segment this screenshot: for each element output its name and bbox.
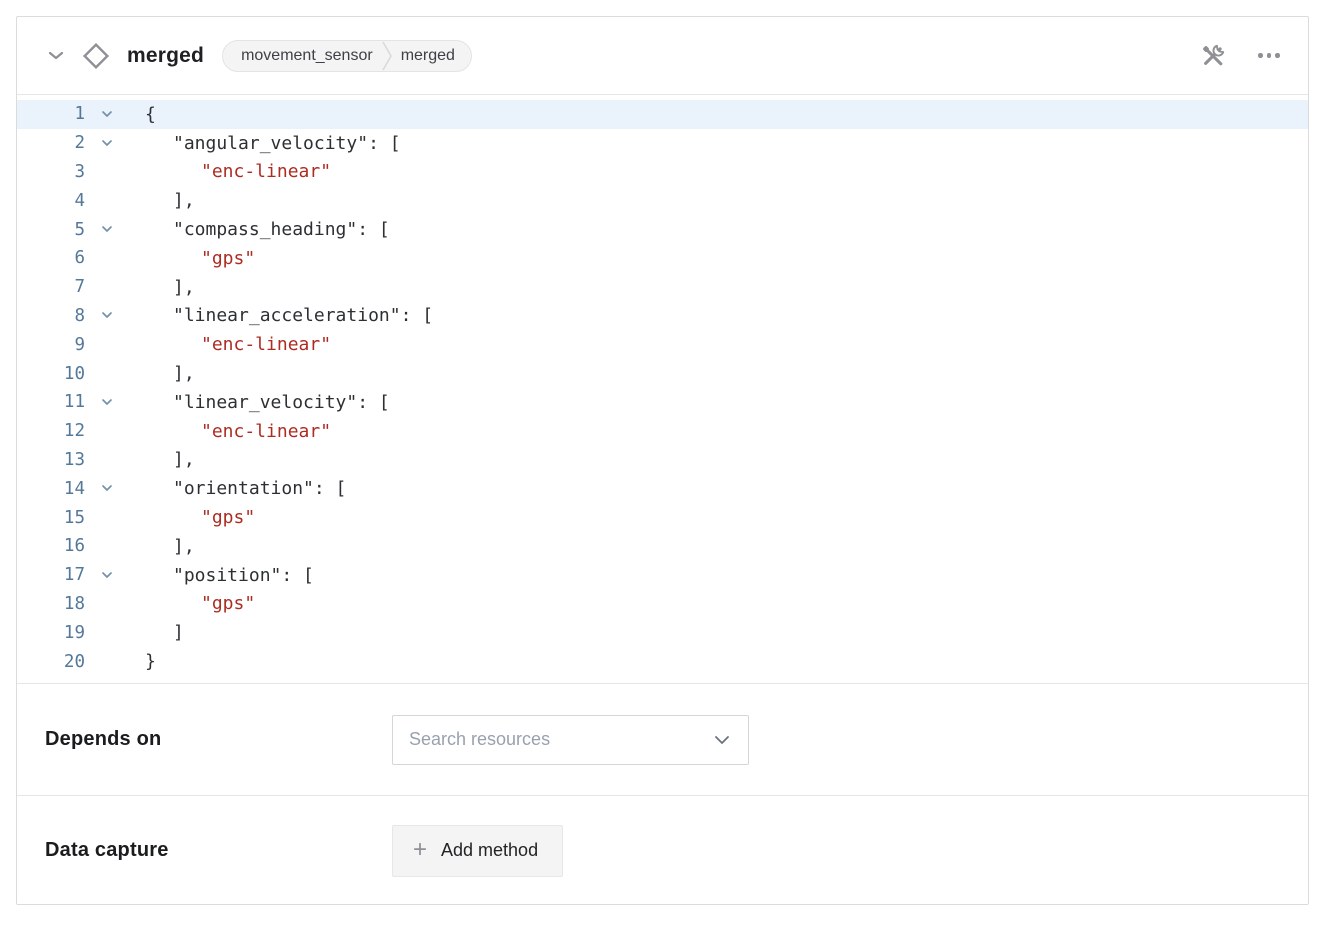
add-method-label: Add method xyxy=(441,840,538,861)
code-text: "enc-linear" xyxy=(129,334,331,355)
breadcrumb-type: movement_sensor xyxy=(241,47,373,65)
line-number: 14 xyxy=(17,479,85,499)
code-line[interactable]: 9 "enc-linear" xyxy=(17,330,1308,359)
code-line[interactable]: 13], xyxy=(17,446,1308,475)
data-capture-section: Data capture + Add method xyxy=(17,796,1308,905)
line-number: 7 xyxy=(17,277,85,297)
line-number: 16 xyxy=(17,536,85,556)
line-number: 2 xyxy=(17,133,85,153)
line-number: 8 xyxy=(17,306,85,326)
code-line[interactable]: 16], xyxy=(17,532,1308,561)
breadcrumb-name: merged xyxy=(401,47,455,65)
line-number: 20 xyxy=(17,652,85,672)
chevron-down-icon xyxy=(714,735,730,745)
line-number: 12 xyxy=(17,421,85,441)
line-number: 11 xyxy=(17,392,85,412)
code-text: "linear_velocity": [ xyxy=(129,392,390,413)
code-lines: 1{2"angular_velocity": [3"enc-linear"4],… xyxy=(17,100,1308,676)
component-card: merged movement_sensor merged 1{2"angula… xyxy=(16,16,1309,905)
code-text: "enc-linear" xyxy=(129,161,331,182)
ellipsis-menu-icon[interactable] xyxy=(1254,41,1284,71)
code-text: "linear_acceleration": [ xyxy=(129,305,433,326)
code-line[interactable]: 17 "position": [ xyxy=(17,561,1308,590)
line-number: 4 xyxy=(17,191,85,211)
depends-on-select[interactable]: Search resources xyxy=(392,715,749,765)
fold-chevron-icon[interactable] xyxy=(85,484,129,493)
line-number: 5 xyxy=(17,220,85,240)
code-text: { xyxy=(129,104,156,125)
code-line[interactable]: 20} xyxy=(17,647,1308,676)
code-text: ], xyxy=(129,536,195,557)
line-number: 3 xyxy=(17,162,85,182)
line-number: 6 xyxy=(17,248,85,268)
component-type-diamond-icon xyxy=(79,39,113,73)
breadcrumb: movement_sensor merged xyxy=(222,40,472,72)
code-line[interactable]: 14 "orientation": [ xyxy=(17,474,1308,503)
data-capture-label: Data capture xyxy=(45,839,392,862)
fold-chevron-icon[interactable] xyxy=(85,139,129,148)
code-line[interactable]: 4], xyxy=(17,186,1308,215)
line-number: 18 xyxy=(17,594,85,614)
line-number: 1 xyxy=(17,104,85,124)
code-text: "gps" xyxy=(129,507,255,528)
code-text: ] xyxy=(129,622,184,643)
code-text: ], xyxy=(129,277,195,298)
code-line[interactable]: 10], xyxy=(17,359,1308,388)
line-number: 9 xyxy=(17,335,85,355)
code-text: "orientation": [ xyxy=(129,478,346,499)
fold-chevron-icon[interactable] xyxy=(85,398,129,407)
line-number: 15 xyxy=(17,508,85,528)
code-line[interactable]: 5 "compass_heading": [ xyxy=(17,215,1308,244)
line-number: 17 xyxy=(17,565,85,585)
fold-chevron-icon[interactable] xyxy=(85,311,129,320)
depends-on-label: Depends on xyxy=(45,728,392,751)
code-line[interactable]: 1{ xyxy=(17,100,1308,129)
code-text: ], xyxy=(129,363,195,384)
json-editor[interactable]: 1{2"angular_velocity": [3"enc-linear"4],… xyxy=(17,95,1308,684)
fold-chevron-icon[interactable] xyxy=(85,110,129,119)
code-text: "angular_velocity": [ xyxy=(129,133,401,154)
code-line[interactable]: 12 "enc-linear" xyxy=(17,417,1308,446)
code-text: ], xyxy=(129,190,195,211)
line-number: 13 xyxy=(17,450,85,470)
code-line[interactable]: 18 "gps" xyxy=(17,590,1308,619)
collapse-chevron-icon[interactable] xyxy=(43,43,69,69)
code-line[interactable]: 2 "angular_velocity": [ xyxy=(17,129,1308,158)
depends-on-section: Depends on Search resources xyxy=(17,684,1308,796)
add-method-button[interactable]: + Add method xyxy=(392,825,563,877)
card-header: merged movement_sensor merged xyxy=(17,17,1308,95)
code-line[interactable]: 15 "gps" xyxy=(17,503,1308,532)
depends-on-placeholder: Search resources xyxy=(409,729,550,750)
code-line[interactable]: 11 "linear_velocity": [ xyxy=(17,388,1308,417)
fold-chevron-icon[interactable] xyxy=(85,225,129,234)
fold-chevron-icon[interactable] xyxy=(85,571,129,580)
line-number: 19 xyxy=(17,623,85,643)
tools-icon[interactable] xyxy=(1198,41,1228,71)
code-line[interactable]: 19] xyxy=(17,618,1308,647)
breadcrumb-separator-icon xyxy=(381,41,393,71)
line-number: 10 xyxy=(17,364,85,384)
code-text: ], xyxy=(129,449,195,470)
component-title: merged xyxy=(127,44,204,68)
code-text: } xyxy=(129,651,156,672)
code-text: "position": [ xyxy=(129,565,314,586)
code-line[interactable]: 3 "enc-linear" xyxy=(17,158,1308,187)
plus-icon: + xyxy=(413,838,427,862)
code-line[interactable]: 7], xyxy=(17,273,1308,302)
code-text: "gps" xyxy=(129,593,255,614)
code-text: "enc-linear" xyxy=(129,421,331,442)
code-text: "compass_heading": [ xyxy=(129,219,390,240)
code-line[interactable]: 6 "gps" xyxy=(17,244,1308,273)
code-line[interactable]: 8 "linear_acceleration": [ xyxy=(17,302,1308,331)
code-text: "gps" xyxy=(129,248,255,269)
